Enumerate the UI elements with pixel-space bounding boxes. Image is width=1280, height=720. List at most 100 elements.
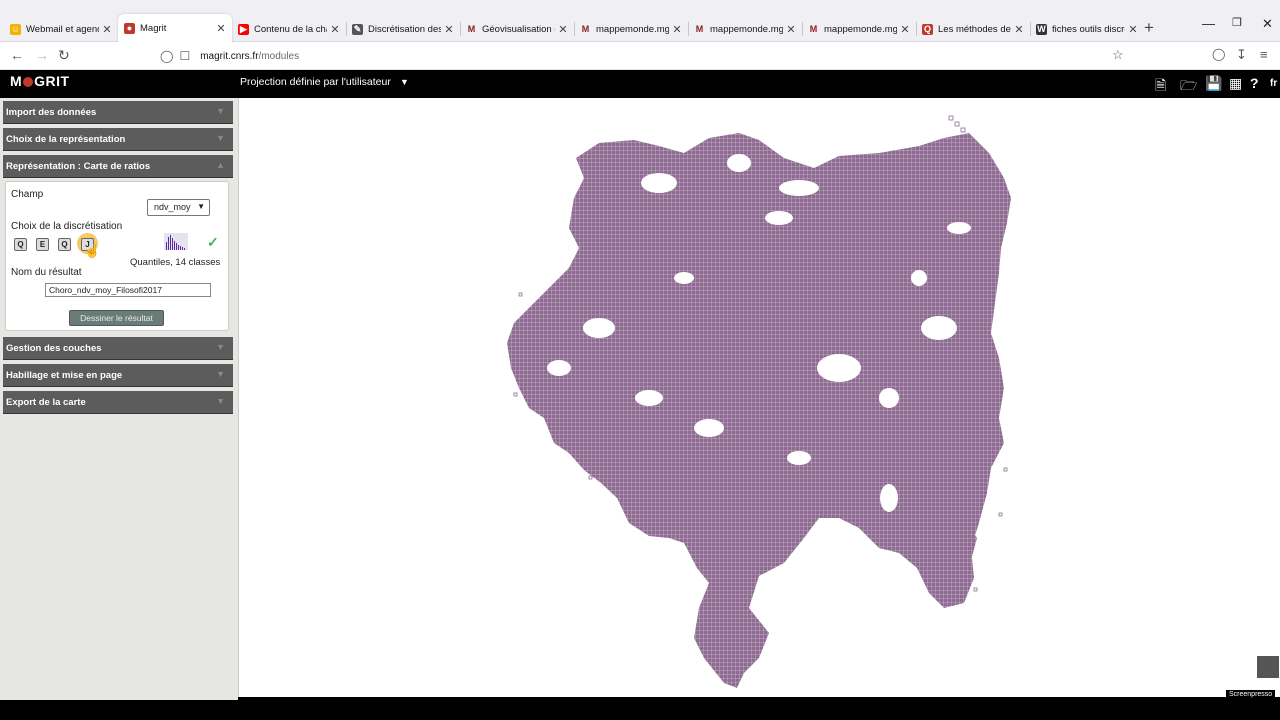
tab-separator	[802, 22, 803, 36]
menu-icon[interactable]: ≡	[1260, 47, 1268, 62]
choropleth-map[interactable]	[239, 98, 1280, 697]
close-tab-icon[interactable]: ✕	[786, 23, 796, 36]
tab-title: mappemonde.mgm.	[710, 23, 783, 35]
browser-nav-bar: ← → ↻ ◯ ☐ magrit.cnrs.fr/modules ☆ ◯ ↧ ≡	[0, 42, 1280, 70]
discretization-summary: Quantiles, 14 classes	[130, 257, 221, 268]
map-canvas[interactable]	[238, 98, 1280, 697]
projection-select[interactable]: Projection définie par l'utilisateur	[240, 76, 391, 88]
tab-7[interactable]: Mmappemonde.mgm.✕	[802, 16, 916, 42]
field-select-value: ndv_moy	[154, 202, 191, 212]
browser-tab-bar: ☺ Webmail et agenda - ✕ ● Magrit ✕ ▶ Contenu d…	[0, 0, 1280, 42]
url-bar[interactable]: ◯ ☐ magrit.cnrs.fr/modules	[154, 45, 1132, 67]
section-representation-label: Représentation : Carte de ratios	[6, 161, 151, 172]
back-icon[interactable]: ←	[10, 47, 24, 63]
tab-8[interactable]: Q Les méthodes de disc✕	[916, 16, 1030, 42]
check-icon[interactable]: ✓	[207, 234, 219, 251]
magrit-logo: M GRIT	[10, 73, 70, 89]
section-choice-label: Choix de la représentation	[6, 134, 126, 145]
section-layers[interactable]: Gestion des couches ▼	[3, 337, 233, 360]
pocket-icon[interactable]: ◯	[1212, 47, 1225, 61]
tab-1[interactable]: ● Magrit ✕	[118, 14, 232, 42]
tab-title: Contenu de la chaîne	[254, 23, 327, 35]
save-icon[interactable]: 💾	[1205, 75, 1222, 92]
m-icon: M	[467, 24, 476, 34]
tab-9[interactable]: Wfiches outils discrétis✕	[1030, 16, 1144, 42]
close-tab-icon[interactable]: ✕	[672, 23, 682, 36]
app-header: M GRIT Projection définie par l'utilisate…	[0, 70, 1280, 98]
close-tab-icon[interactable]: ✕	[558, 23, 568, 36]
new-project-icon[interactable]: 🗎	[1155, 75, 1166, 99]
section-choice[interactable]: Choix de la représentation ▼	[3, 128, 233, 151]
section-export-label: Export de la carte	[6, 397, 86, 408]
reload-icon[interactable]: ↻	[58, 47, 70, 64]
field-label: Champ	[11, 189, 44, 200]
quantiles-method-button[interactable]: Q	[14, 238, 27, 251]
tab-5[interactable]: Mmappemonde.mgm.✕	[574, 16, 688, 42]
q-icon: Q	[922, 23, 933, 35]
close-tab-icon[interactable]: ✕	[102, 23, 112, 36]
tab-6[interactable]: Mmappemonde.mgm.✕	[688, 16, 802, 42]
tab-title: Les méthodes de disc	[938, 23, 1011, 35]
result-name-input[interactable]: Choro_ndv_moy_Filosofi2017	[45, 283, 211, 297]
tab-3[interactable]: ✎ Discrétisation des do✕	[346, 16, 460, 42]
tab-4[interactable]: M Géovisualisation des✕	[460, 16, 574, 42]
documentation-icon[interactable]: ▦	[1229, 75, 1242, 92]
tab-2[interactable]: ▶ Contenu de la chaîne✕	[232, 16, 346, 42]
tab-separator	[1030, 22, 1031, 36]
tab-title: mappemonde.mgm.	[596, 23, 669, 35]
help-icon[interactable]: ?	[1250, 75, 1259, 91]
tab-separator	[916, 22, 917, 36]
histogram-icon[interactable]	[164, 233, 188, 250]
tab-title: Magrit	[140, 22, 167, 34]
close-window-icon[interactable]: ✕	[1262, 16, 1273, 32]
chevron-down-icon: ▼	[216, 133, 225, 143]
section-import-label: Import des données	[6, 107, 97, 118]
close-tab-icon[interactable]: ✕	[330, 23, 340, 36]
new-tab-icon[interactable]: +	[1144, 18, 1154, 38]
restore-icon[interactable]: ❐	[1232, 16, 1242, 29]
map-territory-shape[interactable]	[507, 133, 1011, 688]
screenpresso-watermark: Screenpresso	[1226, 690, 1276, 699]
w-icon: W	[1036, 23, 1047, 35]
close-tab-icon[interactable]: ✕	[900, 23, 910, 36]
tab-title: Webmail et agenda -	[26, 23, 99, 35]
chevron-down-icon[interactable]: ▼	[400, 77, 409, 87]
close-tab-icon[interactable]: ✕	[444, 23, 454, 36]
equal-interval-method-button[interactable]: E	[36, 238, 49, 251]
close-tab-icon[interactable]: ✕	[1014, 23, 1024, 36]
section-layers-label: Gestion des couches	[6, 343, 102, 354]
section-layout-label: Habillage et mise en page	[6, 370, 123, 381]
shield-icon[interactable]: ◯	[160, 49, 173, 63]
open-folder-icon[interactable]: 🗁	[1180, 75, 1197, 99]
section-import[interactable]: Import des données ▼	[3, 101, 233, 124]
result-name-label: Nom du résultat	[11, 267, 82, 278]
tab-separator	[460, 22, 461, 36]
minimize-icon[interactable]: —	[1202, 16, 1215, 31]
chevron-up-icon: ▲	[216, 160, 225, 170]
section-representation[interactable]: Représentation : Carte de ratios ▲	[3, 155, 233, 178]
forward-icon[interactable]: →	[35, 47, 49, 63]
downloads-icon[interactable]: ↧	[1236, 47, 1247, 63]
scroll-top-icon[interactable]	[1257, 656, 1279, 678]
tab-title: Géovisualisation des	[482, 23, 555, 35]
youtube-icon: ▶	[238, 23, 249, 35]
field-select[interactable]: ndv_moy ▼	[147, 199, 210, 216]
draw-result-button[interactable]: Dessiner le résultat	[69, 310, 164, 326]
language-select[interactable]: fr	[1270, 78, 1277, 89]
tab-0[interactable]: ☺ Webmail et agenda - ✕	[4, 16, 118, 42]
logo-dot-icon	[23, 77, 34, 87]
bookmark-star-icon[interactable]: ☆	[1112, 47, 1124, 63]
m-icon: M	[581, 24, 590, 34]
q6-method-button[interactable]: Q	[58, 238, 71, 251]
section-layout[interactable]: Habillage et mise en page ▼	[3, 364, 233, 387]
mouse-cursor-icon: ☝	[84, 243, 101, 258]
lock-icon[interactable]: ☐	[179, 49, 190, 63]
section-export[interactable]: Export de la carte ▼	[3, 391, 233, 414]
close-tab-icon[interactable]: ✕	[1128, 23, 1138, 36]
chevron-down-icon: ▼	[216, 396, 225, 406]
chevron-down-icon: ▼	[216, 342, 225, 352]
url-text[interactable]: magrit.cnrs.fr/modules	[200, 51, 299, 62]
tab-separator	[574, 22, 575, 36]
chevron-down-icon: ▼	[216, 369, 225, 379]
close-tab-icon[interactable]: ✕	[216, 22, 226, 35]
